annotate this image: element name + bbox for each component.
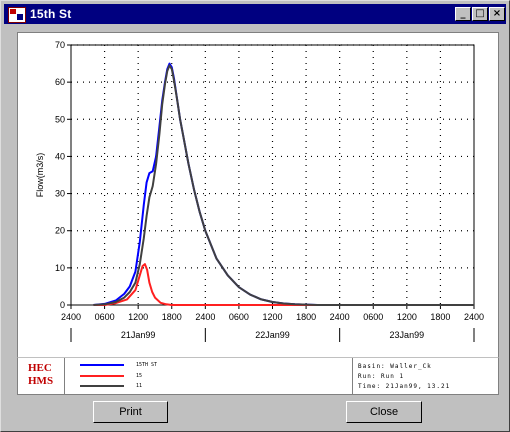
x-tick-label: 2400: [195, 312, 215, 322]
close-window-button[interactable]: ×: [489, 7, 505, 21]
x-tick-label: 1800: [430, 312, 450, 322]
x-tick-label: 2400: [330, 312, 350, 322]
series-line-2: [93, 64, 474, 306]
x-tick-label: 1200: [397, 312, 417, 322]
basin-info: Basin: Waller_Ck: [358, 363, 432, 370]
hydrograph-window: 15th St _ □ × 0 10 20 30 40 50 60 70 2400 0600 120…: [0, 0, 510, 432]
plot-area: 0 10 20 30 40 50 60 70 2400 0600 1200 1800 2400 0600 1…: [17, 32, 499, 359]
legend-divider: [64, 358, 65, 394]
hydrograph-chart: 0 10 20 30 40 50 60 70 2400 0600 1200 1800 2400 0600 1…: [35, 40, 484, 342]
print-button[interactable]: Print: [93, 401, 168, 423]
y-tick-label: 30: [55, 189, 65, 199]
y-tick-label: 50: [55, 114, 65, 124]
legend-line-15: [80, 375, 124, 377]
time-info: Time: 21Jan99, 13.21: [358, 383, 451, 390]
date-label: 22Jan99: [255, 330, 290, 340]
legend-divider-info: [352, 358, 353, 394]
series-line-0: [93, 62, 474, 306]
y-tick-label: 20: [55, 226, 65, 236]
x-tick-label: 0600: [229, 312, 249, 322]
date-label: 23Jan99: [390, 330, 425, 340]
x-tick-label: 2400: [61, 312, 81, 322]
plot-border: [70, 44, 475, 306]
run-info: Run: Run 1: [358, 373, 405, 380]
y-tick-label: 10: [55, 263, 65, 273]
maximize-button[interactable]: □: [472, 7, 488, 21]
title-bar[interactable]: 15th St _ □ ×: [4, 4, 506, 24]
y-tick-label: 60: [55, 77, 65, 87]
x-tick-label: 0600: [95, 312, 115, 322]
y-tick-label: 40: [55, 151, 65, 161]
x-tick-label: 1200: [128, 312, 148, 322]
legend-label-15: 15: [136, 373, 143, 379]
logo-line-2: HMS: [28, 375, 54, 387]
y-tick-label: 70: [55, 40, 65, 50]
x-tick-label: 2400: [464, 312, 484, 322]
x-tick-label: 0600: [363, 312, 383, 322]
x-tick-label: 1200: [262, 312, 282, 322]
x-tick-label: 1800: [296, 312, 316, 322]
legend-line-15th-st: [80, 364, 124, 366]
close-button[interactable]: Close: [346, 401, 422, 423]
legend-label-11: 11: [136, 383, 143, 389]
x-tick-label: 1800: [162, 312, 182, 322]
logo-line-1: HEC: [28, 362, 52, 374]
window-title: 15th St: [30, 7, 72, 21]
hec-hms-logo: HEC HMS: [28, 362, 53, 388]
series-line-1: [93, 263, 474, 306]
legend-panel: HEC HMS 15TH ST 15 11 Basin: Waller_Ck R…: [17, 357, 499, 395]
y-axis-label: Flow(m3/s): [35, 153, 45, 198]
legend-line-11: [80, 385, 124, 387]
y-tick-label: 0: [60, 300, 65, 310]
legend-label-15th-st: 15TH ST: [136, 362, 158, 368]
date-label: 21Jan99: [121, 330, 156, 340]
minimize-button[interactable]: _: [455, 7, 471, 21]
hms-app-icon[interactable]: [8, 7, 26, 23]
